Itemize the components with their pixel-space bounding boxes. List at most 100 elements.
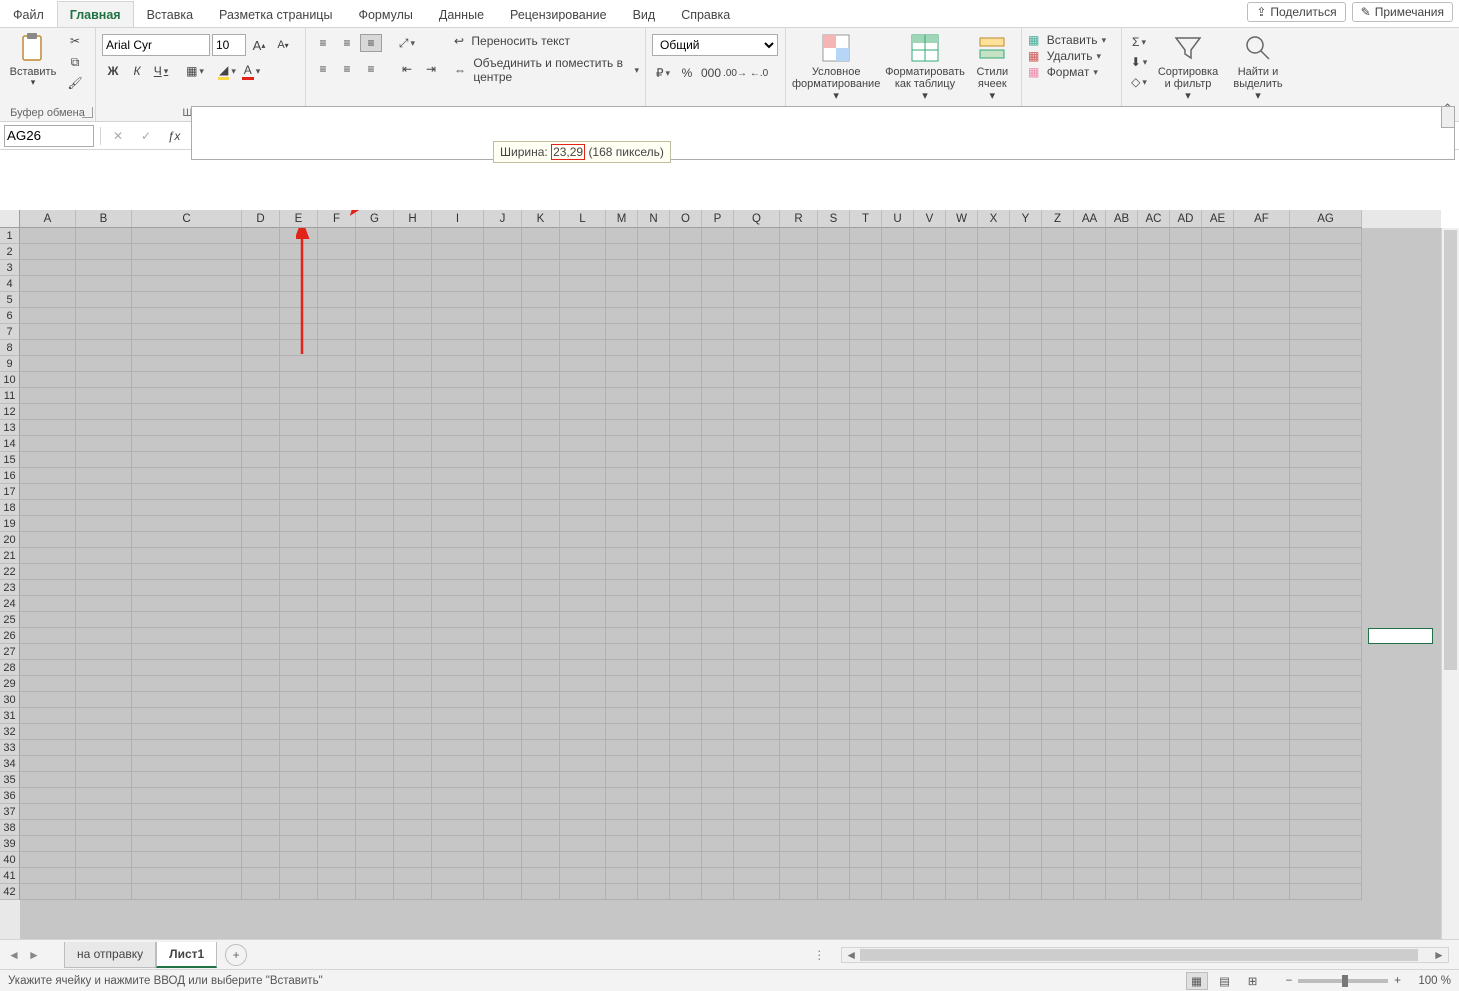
row-header-42[interactable]: 42 <box>0 884 20 900</box>
format-table-button[interactable]: Форматировать как таблицу▾ <box>884 30 965 102</box>
row-header-22[interactable]: 22 <box>0 564 20 580</box>
inc-decimal-button[interactable]: .00→ <box>724 64 746 82</box>
sort-filter-button[interactable]: Сортировка и фильтр▾ <box>1154 30 1222 102</box>
column-header-E[interactable]: E <box>280 210 318 228</box>
row-header-8[interactable]: 8 <box>0 340 20 356</box>
row-header-32[interactable]: 32 <box>0 724 20 740</box>
row-header-29[interactable]: 29 <box>0 676 20 692</box>
bold-button[interactable]: Ж <box>102 62 124 80</box>
add-sheet-button[interactable]: + <box>225 944 247 966</box>
column-header-Z[interactable]: Z <box>1042 210 1074 228</box>
fill-color-button[interactable]: ◢ <box>216 62 238 80</box>
align-middle-button[interactable]: ≡ <box>336 34 358 52</box>
paste-button[interactable]: Вставить▾ <box>6 30 60 102</box>
row-header-33[interactable]: 33 <box>0 740 20 756</box>
column-header-S[interactable]: S <box>818 210 850 228</box>
row-header-7[interactable]: 7 <box>0 324 20 340</box>
shrink-font-button[interactable]: A▾ <box>272 36 294 54</box>
percent-button[interactable]: % <box>676 64 698 82</box>
column-header-W[interactable]: W <box>946 210 978 228</box>
row-header-40[interactable]: 40 <box>0 852 20 868</box>
font-name-combo[interactable] <box>102 34 210 56</box>
comments-button[interactable]: ✎Примечания <box>1352 2 1453 22</box>
column-header-B[interactable]: B <box>76 210 132 228</box>
column-header-Y[interactable]: Y <box>1010 210 1042 228</box>
column-header-AG[interactable]: AG <box>1290 210 1362 228</box>
row-header-27[interactable]: 27 <box>0 644 20 660</box>
sheet-nav-next[interactable]: ► <box>24 945 44 965</box>
row-header-12[interactable]: 12 <box>0 404 20 420</box>
share-button[interactable]: ⇪Поделиться <box>1247 2 1345 22</box>
column-header-AB[interactable]: AB <box>1106 210 1138 228</box>
horizontal-scrollbar[interactable]: ◄ ► <box>841 947 1449 963</box>
column-header-AA[interactable]: AA <box>1074 210 1106 228</box>
orientation-button[interactable]: ⤢ <box>396 34 418 52</box>
row-header-26[interactable]: 26 <box>0 628 20 644</box>
formula-expand-button[interactable] <box>1441 106 1455 128</box>
column-header-I[interactable]: I <box>432 210 484 228</box>
row-header-30[interactable]: 30 <box>0 692 20 708</box>
row-header-9[interactable]: 9 <box>0 356 20 372</box>
column-header-O[interactable]: O <box>670 210 702 228</box>
clear-button[interactable]: ◇ <box>1128 73 1150 91</box>
select-all-button[interactable] <box>0 210 20 228</box>
menu-tab-Разметка страницы[interactable]: Разметка страницы <box>206 1 345 27</box>
sheet-tab-Лист1[interactable]: Лист1 <box>156 942 217 968</box>
row-header-39[interactable]: 39 <box>0 836 20 852</box>
zoom-out-button[interactable]: − <box>1286 975 1293 987</box>
column-header-N[interactable]: N <box>638 210 670 228</box>
number-format-combo[interactable]: Общий <box>652 34 778 56</box>
comma-button[interactable]: 000 <box>700 64 722 82</box>
row-header-5[interactable]: 5 <box>0 292 20 308</box>
row-header-38[interactable]: 38 <box>0 820 20 836</box>
column-header-H[interactable]: H <box>394 210 432 228</box>
accounting-button[interactable]: ₽ <box>652 64 674 82</box>
column-header-Q[interactable]: Q <box>734 210 780 228</box>
dec-decimal-button[interactable]: ←.0 <box>748 64 770 82</box>
menu-tab-Справка[interactable]: Справка <box>668 1 743 27</box>
menu-tab-Данные[interactable]: Данные <box>426 1 497 27</box>
font-color-button[interactable]: A <box>240 62 262 80</box>
row-header-34[interactable]: 34 <box>0 756 20 772</box>
formula-input[interactable] <box>191 106 1455 160</box>
column-header-R[interactable]: R <box>780 210 818 228</box>
row-header-2[interactable]: 2 <box>0 244 20 260</box>
menu-tab-Формулы[interactable]: Формулы <box>345 1 425 27</box>
name-box[interactable] <box>4 125 94 147</box>
row-header-10[interactable]: 10 <box>0 372 20 388</box>
view-normal-button[interactable]: ▦ <box>1186 972 1208 990</box>
cancel-entry-button[interactable]: ✕ <box>107 127 129 145</box>
menu-tab-Рецензирование[interactable]: Рецензирование <box>497 1 620 27</box>
column-header-F[interactable]: F <box>318 210 356 228</box>
horizontal-scrollbar-thumb[interactable] <box>860 949 1418 961</box>
zoom-slider[interactable] <box>1298 979 1388 983</box>
sheet-tab-на отправку[interactable]: на отправку <box>64 942 156 968</box>
menu-tab-Файл[interactable]: Файл <box>0 1 57 27</box>
row-header-16[interactable]: 16 <box>0 468 20 484</box>
insert-function-button[interactable]: ƒx <box>163 127 185 145</box>
column-header-AD[interactable]: AD <box>1170 210 1202 228</box>
row-header-28[interactable]: 28 <box>0 660 20 676</box>
row-header-19[interactable]: 19 <box>0 516 20 532</box>
sheet-nav-prev[interactable]: ◄ <box>4 945 24 965</box>
column-header-A[interactable]: A <box>20 210 76 228</box>
row-header-21[interactable]: 21 <box>0 548 20 564</box>
column-header-X[interactable]: X <box>978 210 1010 228</box>
merge-center-button[interactable]: ⇔ Объединить и поместить в центре <box>454 56 639 84</box>
align-left-button[interactable]: ≡ <box>312 60 334 78</box>
delete-cells-button[interactable]: ▦ Удалить <box>1028 49 1101 63</box>
view-page-layout-button[interactable]: ▤ <box>1214 972 1236 990</box>
clipboard-launcher[interactable] <box>82 107 93 118</box>
insert-cells-button[interactable]: ▦ Вставить <box>1028 33 1106 47</box>
wrap-text-button[interactable]: ↩ Переносить текст <box>454 34 639 48</box>
font-size-combo[interactable] <box>212 34 246 56</box>
copy-button[interactable]: ⧉ <box>64 53 86 71</box>
find-select-button[interactable]: Найти и выделить▾ <box>1226 30 1290 102</box>
column-header-AC[interactable]: AC <box>1138 210 1170 228</box>
row-header-13[interactable]: 13 <box>0 420 20 436</box>
row-header-31[interactable]: 31 <box>0 708 20 724</box>
row-header-25[interactable]: 25 <box>0 612 20 628</box>
row-header-35[interactable]: 35 <box>0 772 20 788</box>
vertical-scrollbar[interactable] <box>1441 228 1459 939</box>
column-header-row[interactable]: ABCDEFGHIJKLMNOPQRSTUVWXYZAAABACADAEAFAG <box>20 210 1441 228</box>
